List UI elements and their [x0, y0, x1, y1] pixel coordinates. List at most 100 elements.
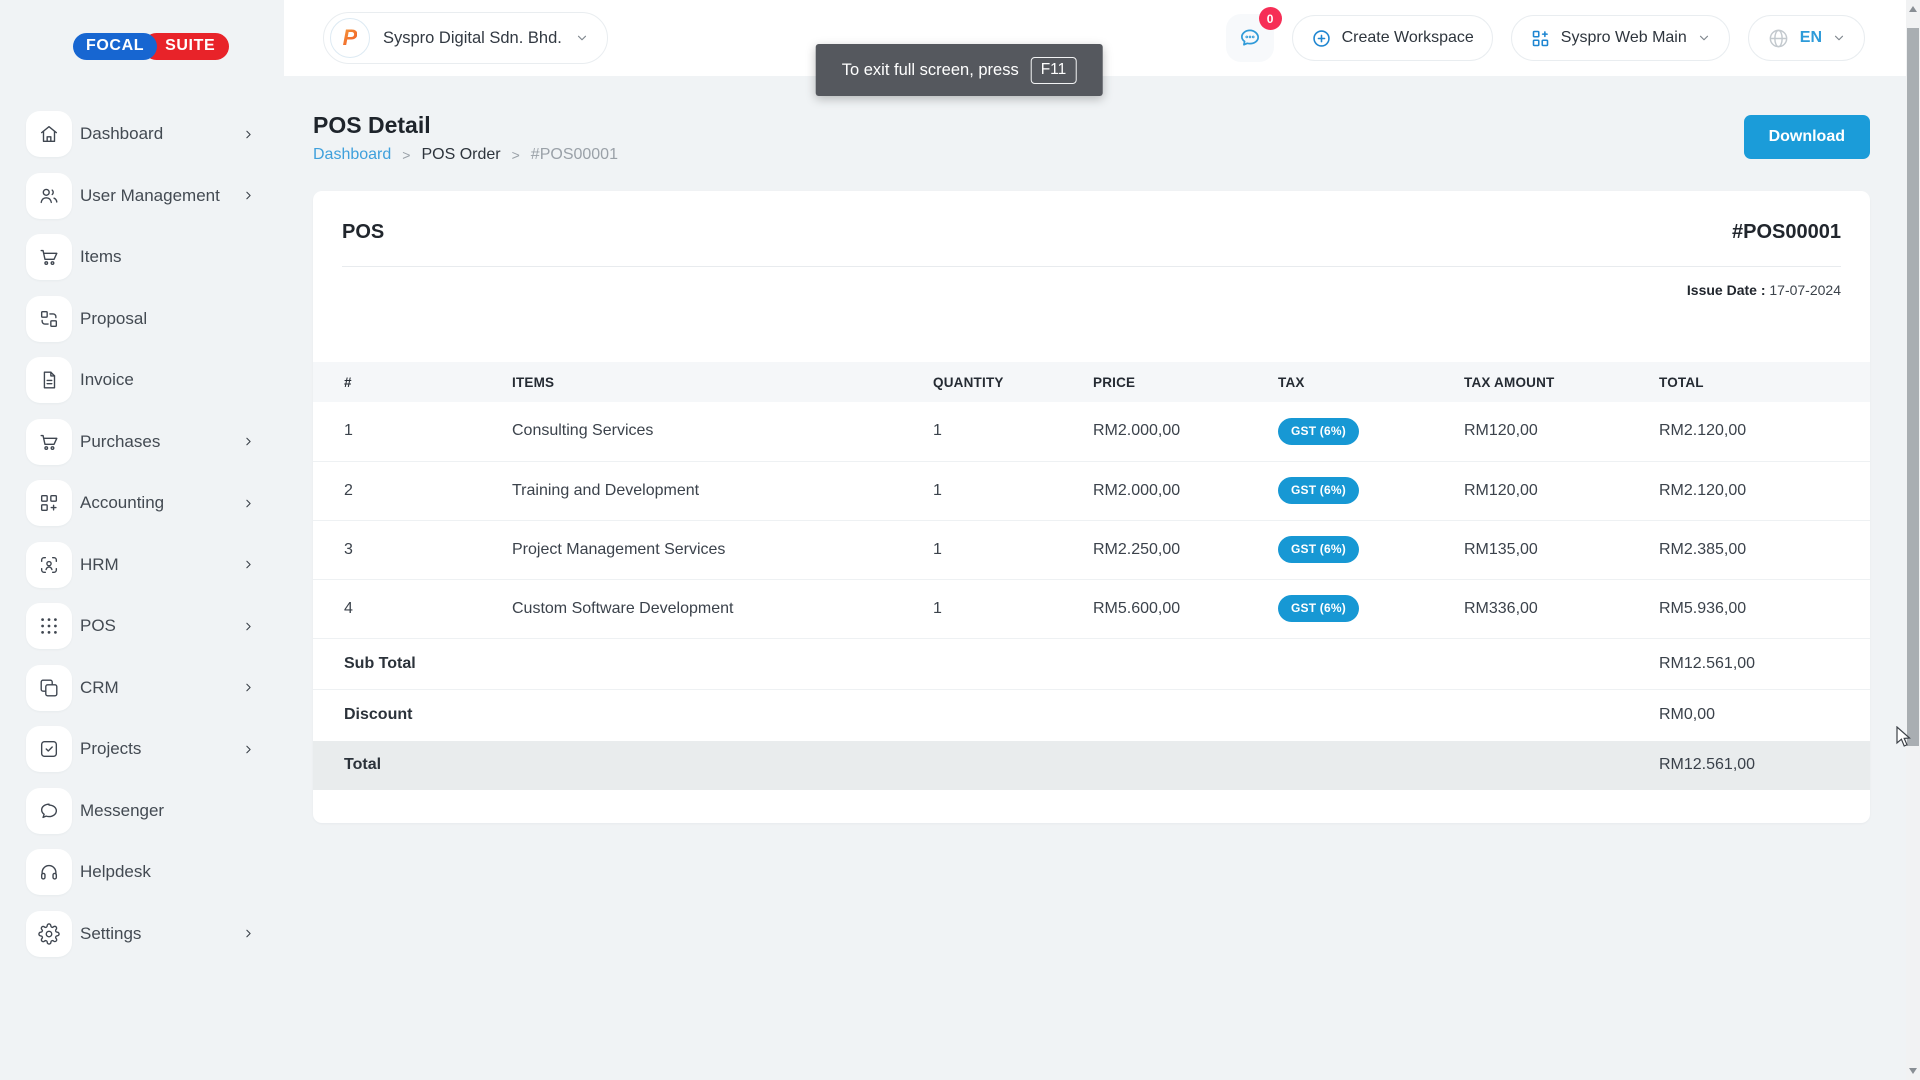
- breadcrumb-separator-icon: >: [512, 147, 520, 163]
- cell-quantity: 1: [902, 461, 1062, 520]
- sidebar-item-dashboard[interactable]: Dashboard: [0, 111, 284, 157]
- sidebar-item-items[interactable]: Items: [0, 234, 284, 280]
- main-area: P Syspro Digital Sdn. Bhd. 0 Create Work…: [284, 0, 1920, 1080]
- sidebar-item-label: CRM: [80, 678, 119, 698]
- app-root: FOCAL SUITE Dashboard User Management: [0, 0, 1920, 1080]
- sidebar-item-invoice[interactable]: Invoice: [0, 357, 284, 403]
- sidebar-item-pos[interactable]: POS: [0, 603, 284, 649]
- cell-price: RM5.600,00: [1062, 579, 1247, 638]
- cell-quantity: 1: [902, 520, 1062, 579]
- cell-item: Project Management Services: [481, 520, 902, 579]
- copy-squares-icon: [26, 665, 72, 711]
- scrollbar-up-arrow-icon[interactable]: [1909, 6, 1917, 12]
- total-row: Total RM12.561,00: [313, 741, 1870, 790]
- tax-badge: GST (6%): [1278, 418, 1359, 445]
- cell-tax-amount: RM135,00: [1433, 520, 1628, 579]
- sidebar-item-label: Dashboard: [80, 124, 163, 144]
- totals-summary: Sub Total RM12.561,00 Discount RM0,00 To…: [313, 639, 1870, 790]
- cell-index: 3: [313, 520, 481, 579]
- grid-plus-icon: [1530, 28, 1551, 49]
- sidebar-item-projects[interactable]: Projects: [0, 726, 284, 772]
- chat-bubble-icon: [26, 788, 72, 834]
- chevron-right-icon: [242, 497, 255, 510]
- breadcrumb-pos-order[interactable]: POS Order: [421, 146, 500, 164]
- items-table: # ITEMS QUANTITY PRICE TAX TAX AMOUNT TO…: [313, 362, 1870, 639]
- sidebar-item-hrm[interactable]: HRM: [0, 542, 284, 588]
- user-focus-icon: [26, 542, 72, 588]
- chat-button[interactable]: 0: [1226, 14, 1274, 62]
- chevron-down-icon: [1832, 31, 1846, 45]
- sidebar-item-label: Messenger: [80, 801, 164, 821]
- tax-badge: GST (6%): [1278, 477, 1359, 504]
- scrollbar-down-arrow-icon[interactable]: [1909, 1068, 1917, 1074]
- sidebar-item-label: Purchases: [80, 432, 160, 452]
- sidebar-item-label: Settings: [80, 924, 141, 944]
- table-row: 1 Consulting Services 1 RM2.000,00 GST (…: [313, 402, 1870, 461]
- dots-grid-icon: [26, 603, 72, 649]
- create-workspace-button[interactable]: Create Workspace: [1292, 15, 1493, 61]
- sidebar-item-crm[interactable]: CRM: [0, 665, 284, 711]
- cell-tax-amount: RM120,00: [1433, 461, 1628, 520]
- cell-item: Training and Development: [481, 461, 902, 520]
- sidebar-item-purchases[interactable]: Purchases: [0, 419, 284, 465]
- cell-price: RM2.250,00: [1062, 520, 1247, 579]
- page-header: POS Detail Dashboard > POS Order > #POS0…: [313, 112, 1870, 164]
- cell-quantity: 1: [902, 402, 1062, 461]
- sidebar-menu: Dashboard User Management Items: [0, 111, 284, 957]
- col-header-items: ITEMS: [481, 362, 902, 402]
- cell-item: Consulting Services: [481, 402, 902, 461]
- toast-text: To exit full screen, press: [842, 61, 1019, 80]
- fullscreen-toast: To exit full screen, press F11: [816, 44, 1103, 96]
- sidebar-item-settings[interactable]: Settings: [0, 911, 284, 957]
- scrollbar-thumb[interactable]: [1907, 28, 1919, 746]
- cart-icon: [26, 419, 72, 465]
- vertical-scrollbar[interactable]: [1906, 0, 1920, 1080]
- company-selector[interactable]: P Syspro Digital Sdn. Bhd.: [323, 12, 608, 64]
- page-title: POS Detail: [313, 112, 618, 139]
- subtotal-row: Sub Total RM12.561,00: [313, 639, 1870, 690]
- sidebar-item-messenger[interactable]: Messenger: [0, 788, 284, 834]
- grid-plus-icon: [26, 480, 72, 526]
- breadcrumb-separator-icon: >: [402, 147, 410, 163]
- sidebar-item-label: Invoice: [80, 370, 134, 390]
- cell-price: RM2.000,00: [1062, 461, 1247, 520]
- table-row: 4 Custom Software Development 1 RM5.600,…: [313, 579, 1870, 638]
- tax-badge: GST (6%): [1278, 536, 1359, 563]
- chevron-down-icon: [575, 31, 589, 45]
- workspace-selector[interactable]: Syspro Web Main: [1511, 15, 1730, 61]
- headset-icon: [26, 849, 72, 895]
- sidebar-item-proposal[interactable]: Proposal: [0, 296, 284, 342]
- cell-tax-amount: RM120,00: [1433, 402, 1628, 461]
- language-selector[interactable]: EN: [1748, 15, 1865, 61]
- chevron-right-icon: [242, 743, 255, 756]
- table-header-row: # ITEMS QUANTITY PRICE TAX TAX AMOUNT TO…: [313, 362, 1870, 402]
- issue-date-row: Issue Date : 17-07-2024: [342, 282, 1841, 302]
- issue-date-label: Issue Date :: [1687, 282, 1766, 298]
- sidebar-item-user-management[interactable]: User Management: [0, 173, 284, 219]
- users-icon: [26, 173, 72, 219]
- sidebar-item-label: Helpdesk: [80, 862, 151, 882]
- pos-heading: POS: [342, 221, 384, 244]
- chevron-right-icon: [242, 681, 255, 694]
- sidebar-item-label: HRM: [80, 555, 119, 575]
- toast-key-f11: F11: [1031, 57, 1077, 84]
- col-header-price: PRICE: [1062, 362, 1247, 402]
- col-header-index: #: [313, 362, 481, 402]
- cell-index: 4: [313, 579, 481, 638]
- cell-tax-amount: RM336,00: [1433, 579, 1628, 638]
- breadcrumb-dashboard[interactable]: Dashboard: [313, 146, 391, 164]
- cell-total: RM2.120,00: [1628, 461, 1870, 520]
- content: POS Detail Dashboard > POS Order > #POS0…: [284, 76, 1920, 1080]
- sidebar-item-label: User Management: [80, 186, 220, 206]
- workspace-name: Syspro Web Main: [1561, 29, 1687, 47]
- company-logo: P: [330, 18, 370, 58]
- sidebar-item-label: Items: [80, 247, 122, 267]
- sidebar: FOCAL SUITE Dashboard User Management: [0, 0, 284, 1080]
- chevron-right-icon: [242, 927, 255, 940]
- sidebar-item-label: POS: [80, 616, 116, 636]
- language-code: EN: [1800, 29, 1822, 47]
- chevron-right-icon: [242, 189, 255, 202]
- sidebar-item-helpdesk[interactable]: Helpdesk: [0, 849, 284, 895]
- download-button[interactable]: Download: [1744, 115, 1870, 159]
- sidebar-item-accounting[interactable]: Accounting: [0, 480, 284, 526]
